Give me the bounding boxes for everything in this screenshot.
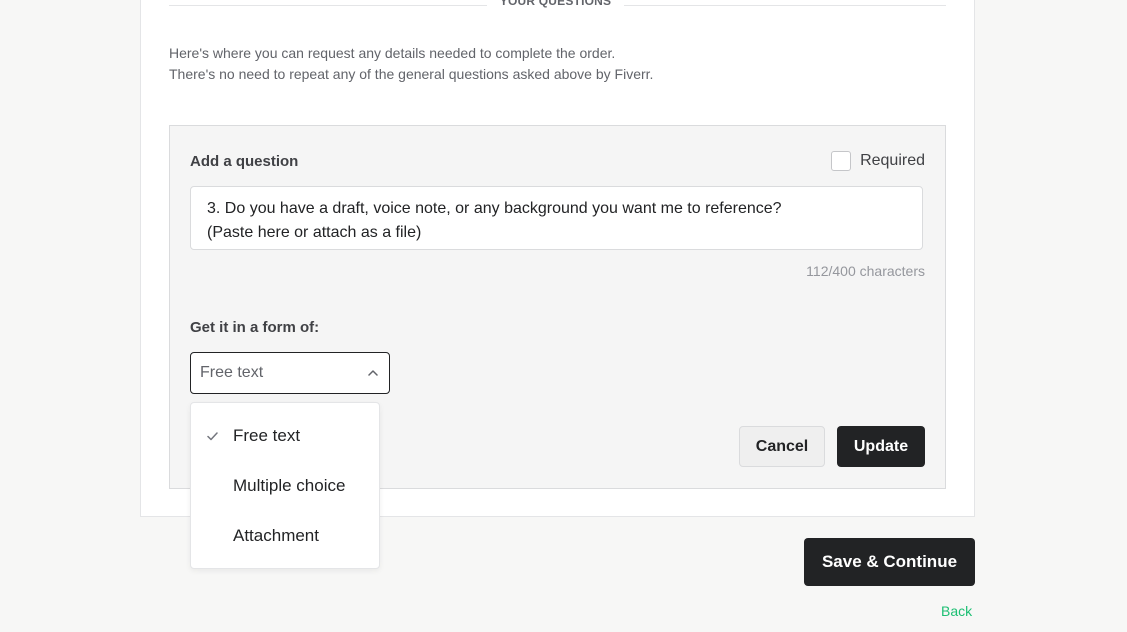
update-button[interactable]: Update <box>837 426 925 467</box>
question-text-line-1: 3. Do you have a draft, voice note, or a… <box>207 200 782 217</box>
character-count: 112/400 characters <box>806 263 925 279</box>
chevron-up-icon <box>366 366 380 380</box>
form-type-label: Get it in a form of: <box>190 319 320 336</box>
dropdown-option-free-text[interactable]: Free text <box>191 411 379 461</box>
divider-line-right <box>624 5 946 6</box>
section-divider: YOUR QUESTIONS <box>169 0 946 8</box>
cancel-button[interactable]: Cancel <box>739 426 825 467</box>
dropdown-option-attachment[interactable]: Attachment <box>191 511 379 561</box>
intro-line-2: There's no need to repeat any of the gen… <box>169 66 654 82</box>
option-label: Attachment <box>233 526 319 545</box>
save-and-continue-button[interactable]: Save & Continue <box>804 538 975 586</box>
check-icon <box>191 431 233 441</box>
form-type-select[interactable]: Free text <box>190 352 390 394</box>
question-textarea[interactable]: 3. Do you have a draft, voice note, or a… <box>190 186 923 250</box>
question-text-line-2: (Paste here or attach as a file) <box>207 224 422 241</box>
required-label: Required <box>860 152 925 169</box>
option-label: Free text <box>233 426 301 445</box>
add-question-heading: Add a question <box>190 153 299 170</box>
section-intro: Here's where you can request any details… <box>169 43 653 85</box>
back-link[interactable]: Back <box>941 603 972 619</box>
section-title: YOUR QUESTIONS <box>499 0 612 8</box>
required-toggle[interactable]: Required <box>831 151 925 171</box>
divider-line-left <box>169 5 487 6</box>
form-type-selected-value: Free text <box>200 364 264 381</box>
option-label: Multiple choice <box>233 476 346 495</box>
form-type-dropdown-menu: Free text Multiple choice Attachment <box>190 402 380 569</box>
intro-line-1: Here's where you can request any details… <box>169 45 616 61</box>
dropdown-option-multiple-choice[interactable]: Multiple choice <box>191 461 379 511</box>
required-checkbox[interactable] <box>831 151 852 171</box>
